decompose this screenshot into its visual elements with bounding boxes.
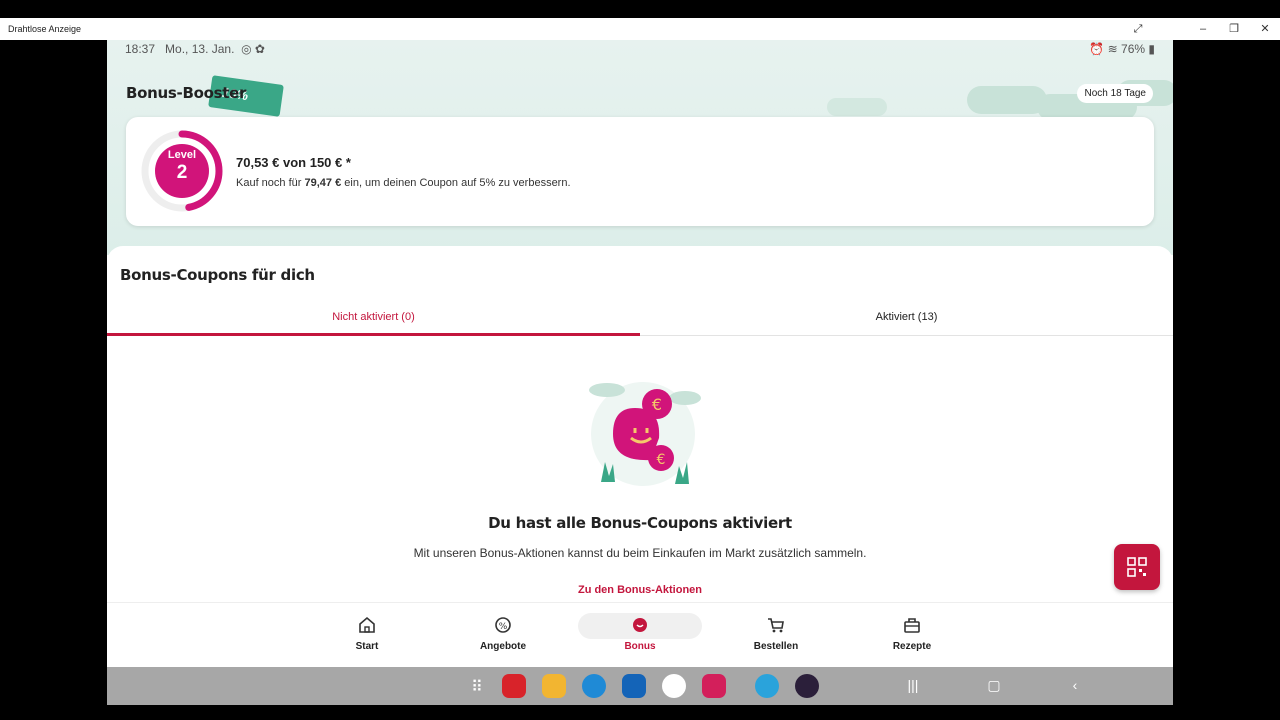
minimize-button[interactable]: – (1195, 22, 1211, 36)
app-icon-dark[interactable] (795, 674, 819, 698)
recents-button[interactable]: ||| (904, 677, 922, 693)
booster-hint: Kauf noch für 79,47 € ein, um deinen Cou… (236, 177, 571, 189)
status-time: 18:37 (125, 42, 156, 56)
tab-activated[interactable]: Aktiviert (13) (640, 306, 1173, 336)
recipes-icon (904, 618, 920, 633)
android-taskbar: ⠿ ||| ▢ ‹ (107, 667, 1173, 705)
nav-angebote[interactable]: % Angebote (441, 603, 565, 667)
status-date: Mo., 13. Jan. (165, 42, 235, 56)
fullscreen-icon[interactable]: ⤢ (1130, 22, 1146, 36)
section-title: Bonus-Coupons für dich (120, 266, 315, 284)
nav-label-start: Start (355, 641, 379, 652)
qr-code-button[interactable] (1114, 544, 1160, 590)
coupon-tabs: Nicht aktiviert (0) Aktiviert (13) (107, 306, 1173, 336)
nav-bestellen[interactable]: Bestellen (714, 603, 838, 667)
days-left-badge: Noch 18 Tage (1077, 84, 1153, 103)
booster-title: Bonus-Booster (126, 84, 247, 102)
alarm-icon: ⏰ (1089, 42, 1105, 56)
svg-text:%: % (499, 622, 508, 632)
status-icons: ◎ ✿ (241, 42, 265, 56)
close-button[interactable]: ✕ (1257, 22, 1273, 36)
files-app-icon[interactable] (542, 674, 566, 698)
level-card[interactable]: Level 2 70,53 € von 150 € * Kauf noch fü… (126, 117, 1154, 226)
battery-level: 76% (1121, 42, 1146, 56)
coupon-illustration: € € (589, 382, 701, 486)
bottom-navigation: Start % Angebote Bonus Bestellen Rezepte (107, 602, 1173, 667)
svg-text:€: € (657, 452, 666, 468)
telegram-app-icon[interactable] (755, 674, 779, 698)
level-number: 2 (176, 162, 188, 183)
tab-not-activated[interactable]: Nicht aktiviert (0) (107, 306, 640, 336)
nav-label-bonus: Bonus (624, 641, 656, 652)
home-icon (359, 616, 375, 633)
qr-code-icon (1127, 557, 1147, 577)
level-label: Level (167, 149, 197, 161)
svg-text:€: € (652, 395, 662, 414)
outlook-app-icon[interactable] (622, 674, 646, 698)
status-bar: 18:37 Mo., 13. Jan. ◎ ✿ (125, 42, 265, 60)
nav-bonus[interactable]: Bonus (578, 603, 702, 667)
nav-label-rezepte: Rezepte (892, 641, 932, 652)
edge-app-icon[interactable] (582, 674, 606, 698)
cart-icon (768, 618, 784, 633)
booster-amount: 70,53 € von 150 € * (236, 155, 351, 170)
hint-suffix: ein, um deinen Coupon auf 5% zu verbesse… (344, 177, 571, 189)
hint-prefix: Kauf noch für (236, 177, 302, 189)
status-bar-right: ⏰ ≋ 76% ▮ (1089, 42, 1155, 56)
app-icon-red[interactable] (502, 674, 526, 698)
phone-screen: 18:37 Mo., 13. Jan. ◎ ✿ ⏰ ≋ 76% ▮ 10% Bo… (107, 40, 1173, 667)
battery-icon: ▮ (1148, 42, 1155, 56)
empty-title: Du hast alle Bonus-Coupons aktiviert (488, 514, 792, 532)
back-button[interactable]: ‹ (1066, 677, 1084, 693)
nav-label-angebote: Angebote (479, 641, 527, 652)
empty-text: Mit unseren Bonus-Aktionen kannst du bei… (413, 546, 867, 560)
wifi-icon: ≋ (1107, 42, 1118, 56)
camera-app-icon[interactable] (702, 674, 726, 698)
offers-icon: % (495, 617, 511, 633)
hint-amount: 79,47 € (304, 177, 342, 189)
bonus-actions-link[interactable]: Zu den Bonus-Aktionen (107, 584, 1173, 596)
home-button[interactable]: ▢ (985, 677, 1003, 694)
level-badge: Level 2 (152, 143, 212, 199)
messages-app-icon[interactable] (662, 674, 686, 698)
restore-button[interactable]: ❐ (1226, 22, 1242, 36)
nav-start[interactable]: Start (305, 603, 429, 667)
app-drawer-icon[interactable]: ⠿ (468, 677, 486, 697)
bonus-icon (633, 618, 647, 632)
coupons-section: Bonus-Coupons für dich Nicht aktiviert (… (107, 246, 1173, 641)
window-titlebar: Drahtlose Anzeige ⤢ – ❐ ✕ (0, 18, 1280, 40)
window-title: Drahtlose Anzeige (8, 24, 82, 34)
nav-label-bestellen: Bestellen (753, 641, 799, 652)
nav-rezepte[interactable]: Rezepte (850, 603, 974, 667)
